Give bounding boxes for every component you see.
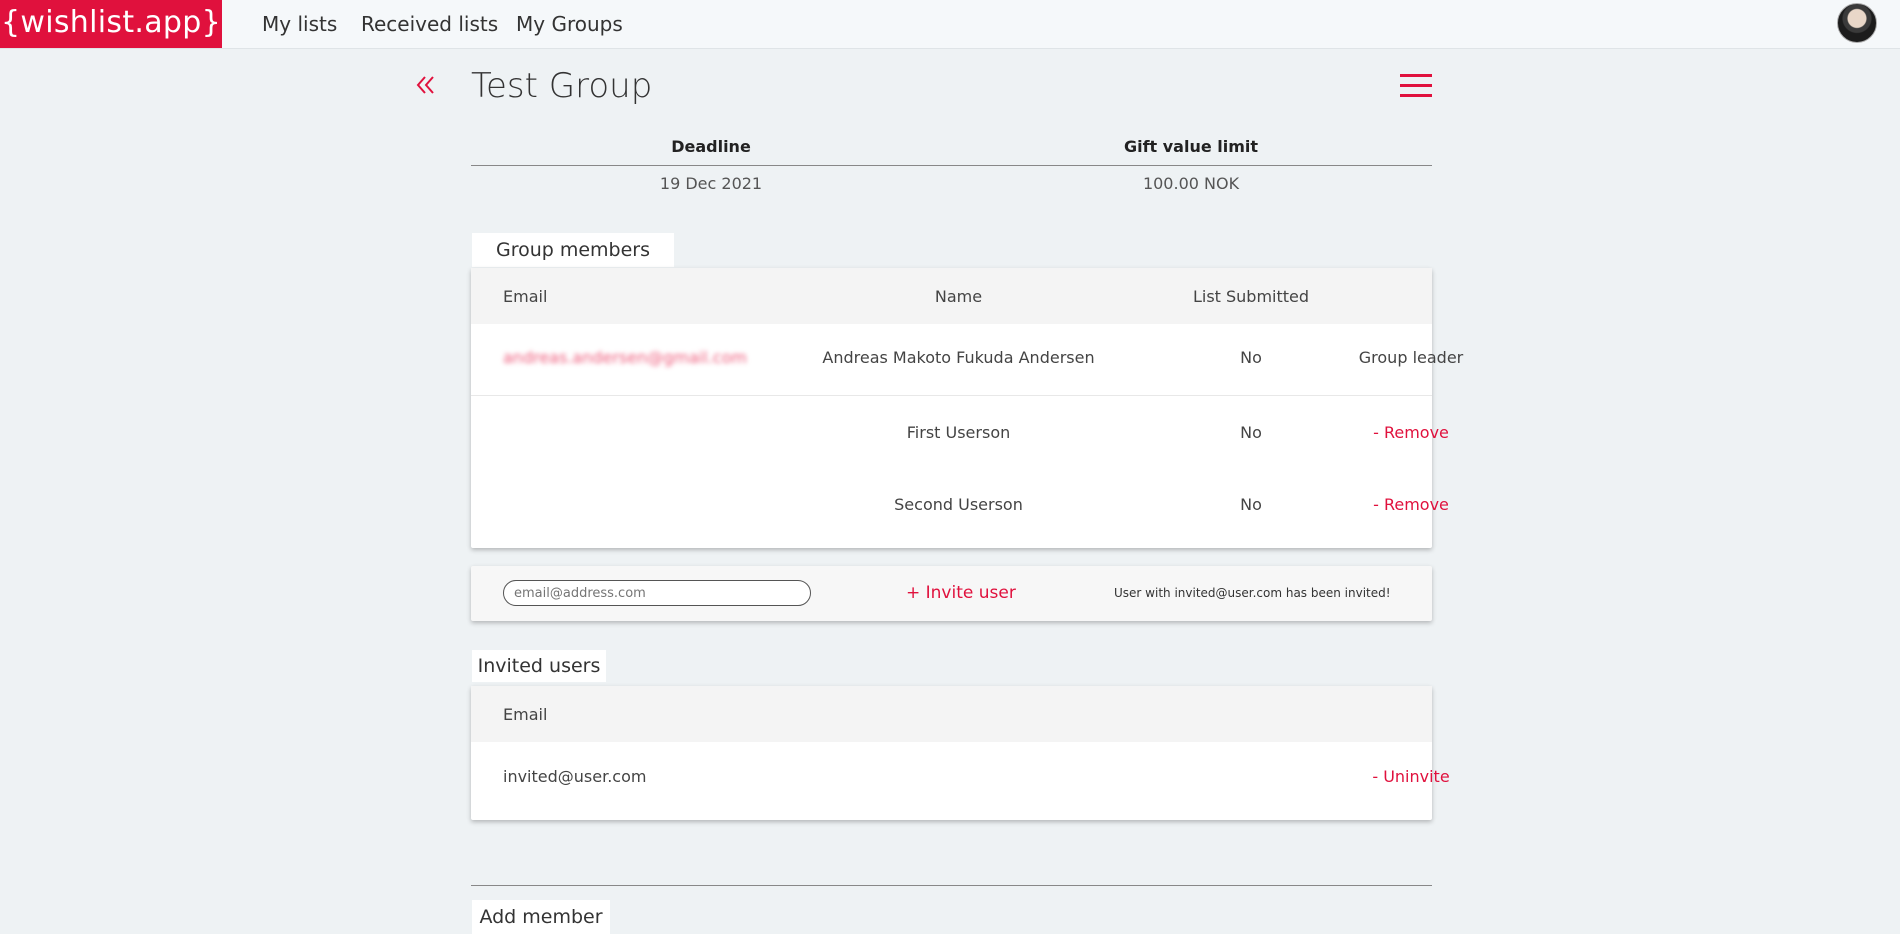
remove-member-button[interactable]: - Remove [1311, 423, 1511, 442]
nav-my-groups[interactable]: My Groups [516, 12, 623, 36]
table-header: Email Name List Submitted [471, 268, 1432, 324]
member-email: andreas.andersen@gmail.com [503, 348, 747, 367]
nav-received-lists[interactable]: Received lists [361, 12, 498, 36]
uninvite-button[interactable]: - Uninvite [1311, 767, 1511, 786]
member-name: Andreas Makoto Fukuda Andersen [822, 348, 1095, 367]
page-title: Test Group [471, 66, 653, 106]
nav-my-lists[interactable]: My lists [262, 12, 337, 36]
invite-status-message: User with invited@user.com has been invi… [1114, 586, 1391, 600]
back-chevron-icon[interactable] [413, 72, 439, 98]
table-row: First Userson No - Remove [471, 396, 1449, 468]
remove-member-button[interactable]: - Remove [1311, 495, 1511, 514]
member-name: First Userson [906, 423, 1011, 442]
deadline-label: Deadline [671, 137, 751, 156]
table-row: andreas.andersen@gmail.com Andreas Makot… [471, 324, 1463, 396]
top-navbar: {wishlist.app} My lists Received lists M… [0, 0, 1900, 49]
col-email: Email [503, 287, 548, 306]
invite-email-input[interactable] [503, 580, 811, 606]
invited-users-table: Email invited@user.com - Uninvite [471, 686, 1450, 820]
group-members-table: Email Name List Submitted andreas.anders… [471, 268, 1463, 548]
hamburger-menu-icon[interactable] [1400, 74, 1432, 98]
user-avatar[interactable] [1837, 3, 1877, 43]
section-divider [471, 885, 1432, 886]
deadline-value: 19 Dec 2021 [659, 174, 763, 193]
group-info-table: Deadline Gift value limit 19 Dec 2021 10… [471, 133, 1432, 206]
invited-users-label: Invited users [472, 650, 606, 682]
table-row: Second Userson No - Remove [471, 468, 1449, 540]
invited-email: invited@user.com [503, 767, 647, 786]
table-header: Email [471, 686, 1432, 742]
gift-limit-value: 100.00 NOK [1142, 174, 1240, 193]
invite-user-bar: + Invite user User with invited@user.com… [471, 566, 1432, 621]
col-list-submitted: List Submitted [1192, 287, 1310, 306]
app-logo[interactable]: {wishlist.app} [0, 0, 222, 48]
col-email: Email [503, 705, 548, 724]
add-member-label: Add member [472, 900, 610, 934]
invite-user-button[interactable]: + Invite user [906, 583, 1016, 603]
gift-limit-label: Gift value limit [1123, 137, 1259, 156]
member-name: Second Userson [894, 495, 1023, 514]
table-row: invited@user.com - Uninvite [471, 742, 1450, 814]
group-leader-badge: Group leader [1358, 348, 1464, 367]
group-members-label: Group members [472, 233, 674, 267]
col-name: Name [934, 287, 983, 306]
